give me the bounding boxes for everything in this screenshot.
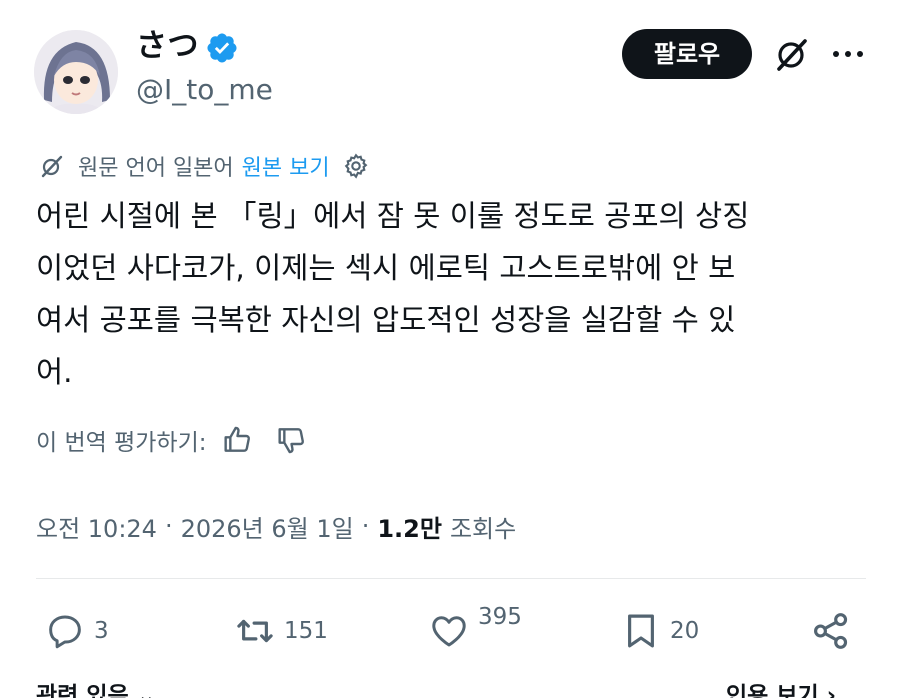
reply-icon [49,615,81,649]
follow-button[interactable]: 팔로우 [622,29,752,79]
tweet-time[interactable]: 오전 10:24 [36,509,157,544]
chevron-down-icon: ⌄ [128,683,156,698]
reply-button[interactable]: 3 [44,608,109,654]
verified-badge-icon [207,33,237,63]
like-button[interactable]: 395 [428,604,522,654]
display-name[interactable]: さつ [136,26,199,66]
tweet-text-line: 어. [36,355,73,389]
quotes-label: 인용 보기 [726,683,819,698]
tweet-text: 어린 시절에 본 「링」에서 잠 못 이룰 정도로 공포의 상징 이었던 사다코… [36,190,866,398]
divider [36,578,866,579]
tweet-meta: 오전 10:24 · 2026년 6월 1일 · 1.2만 조회수 [36,504,516,548]
separator-dot: · [164,512,173,540]
share-icon [814,613,848,649]
user-handle[interactable]: @I_to_me [136,72,273,108]
bookmark-button[interactable]: 20 [620,608,699,654]
share-button[interactable] [810,608,852,654]
gear-icon[interactable] [342,152,370,180]
tweet-text-line: 여서 공포를 극복한 자신의 압도적인 성장을 실감할 수 있 [36,303,736,337]
retweet-button[interactable]: 151 [234,608,328,654]
views-count: 1.2만 [377,514,442,543]
views-label: 조회수 [449,514,517,543]
retweet-icon [237,619,273,643]
reply-count: 3 [94,618,109,644]
like-count: 395 [478,604,522,630]
tweet-text-line: 어린 시절에 본 「링」에서 잠 못 이룰 정도로 공포의 상징 [36,199,750,233]
separator-dot: · [361,512,370,540]
grok-icon [41,155,63,178]
translation-source-label: 원문 언어 일본어 [78,156,234,181]
rate-translation: 이 번역 평가하기: [36,420,307,460]
translation-info: 원문 언어 일본어 원본 보기 [38,148,370,184]
show-original-link[interactable]: 원본 보기 [242,150,330,182]
thumb-down-icon[interactable] [275,424,307,456]
related-link[interactable]: 관련 있음 ⌄ [36,676,156,698]
quotes-link[interactable]: 인용 보기 › [726,676,836,698]
avatar[interactable] [34,30,118,114]
more-icon[interactable] [828,32,868,76]
related-label: 관련 있음 [36,683,129,698]
tweet-text-line: 이었던 사다코가, 이제는 섹시 에로틱 고스트로밖에 안 보 [36,251,736,285]
bookmark-icon [628,614,654,648]
heart-icon [432,616,466,647]
tweet-date[interactable]: 2026년 6월 1일 [181,509,354,544]
rate-translation-label: 이 번역 평가하기: [36,430,207,456]
thumb-up-icon[interactable] [221,424,253,456]
retweet-count: 151 [284,618,328,644]
chevron-right-icon: › [818,683,837,698]
grok-icon[interactable] [770,32,814,76]
bookmark-count: 20 [670,618,700,644]
